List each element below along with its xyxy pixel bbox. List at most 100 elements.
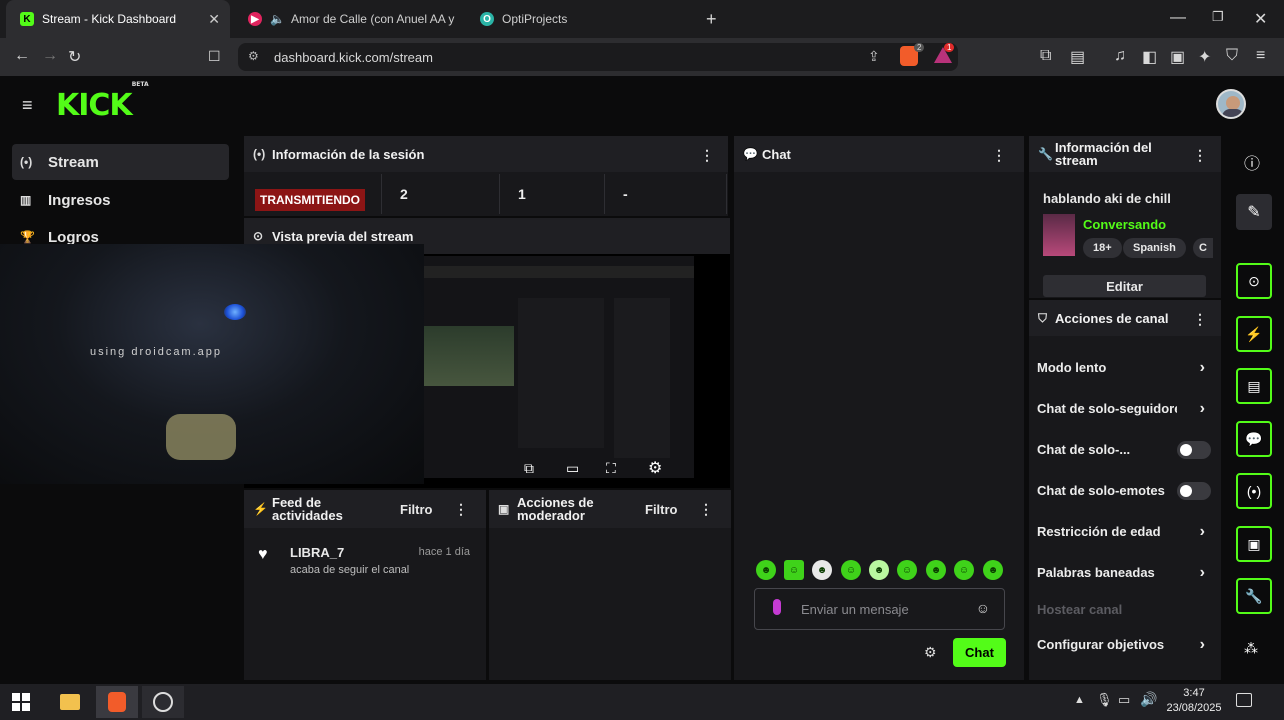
feed-user[interactable]: LIBRA_7 xyxy=(290,545,344,560)
chevron-up-icon[interactable]: ▲ xyxy=(1074,694,1085,706)
chat-menu-icon[interactable]: ⋮ xyxy=(992,147,1006,164)
emote-icon[interactable]: ☺ xyxy=(841,560,861,580)
preview-settings-icon[interactable]: ⚙ xyxy=(648,458,662,478)
blue-light xyxy=(224,304,246,320)
minimize-icon[interactable]: — xyxy=(1170,9,1186,27)
emote-icon[interactable]: ☺ xyxy=(897,560,917,580)
obs-taskbar-item[interactable] xyxy=(142,686,184,718)
kick-logo[interactable]: KICKBETA xyxy=(56,81,149,123)
bookmark-icon[interactable]: ☐ xyxy=(208,48,221,65)
reader-icon[interactable]: ▤ xyxy=(1070,47,1085,67)
chat-settings-icon[interactable]: ⚙ xyxy=(924,644,937,661)
wallet-icon[interactable]: ▣ xyxy=(1170,47,1185,67)
stream-info-menu-icon[interactable]: ⋮ xyxy=(1193,147,1207,164)
followers-only-row[interactable]: Chat de solo-seguidore: › xyxy=(1029,388,1221,429)
tab-optiprojects[interactable]: O OptiProjects xyxy=(466,0,686,38)
subscribers-only-toggle[interactable] xyxy=(1177,440,1211,459)
emote-icon[interactable]: ☻ xyxy=(926,560,946,580)
sidebar-item-stream[interactable]: (•) Stream xyxy=(12,144,229,180)
tab-music[interactable]: ▶ 🔈 Amor de Calle (con Anuel AA y A xyxy=(234,0,464,38)
back-icon[interactable]: ← xyxy=(14,47,30,65)
preview-pip-icon[interactable]: ⧉ xyxy=(524,460,534,477)
banned-words-row[interactable]: Palabras baneadas › xyxy=(1029,552,1221,593)
tab-kick-dashboard[interactable]: K Stream - Kick Dashboard ✕ xyxy=(6,0,230,38)
emotes-only-toggle[interactable] xyxy=(1177,481,1211,500)
notes-widget-button[interactable]: ▤ xyxy=(1236,368,1272,404)
session-widget-button[interactable]: (•) xyxy=(1236,473,1272,509)
vpn-icon[interactable]: ⛉ xyxy=(1226,47,1238,65)
edit-button[interactable]: Editar xyxy=(1043,275,1206,297)
camera-icon: ⊙ xyxy=(253,229,264,243)
mod-actions-header: ▣ Acciones de moderador xyxy=(489,490,731,528)
mod-widget-button[interactable]: ▣ xyxy=(1236,526,1272,562)
session-menu-icon[interactable]: ⋮ xyxy=(700,147,714,164)
share-icon[interactable]: ⇪ xyxy=(868,48,880,65)
preview-widget-button[interactable]: ⊙ xyxy=(1236,263,1272,299)
feed-menu-icon[interactable]: ⋮ xyxy=(454,501,468,518)
send-chat-button[interactable]: Chat xyxy=(953,638,1006,667)
channel-actions-menu-icon[interactable]: ⋮ xyxy=(1193,311,1207,328)
close-window-icon[interactable]: ✕ xyxy=(1254,9,1267,29)
extensions-icon[interactable]: ⧉ xyxy=(1040,47,1051,65)
mod-filter-button[interactable]: Filtro xyxy=(645,502,678,517)
new-tab-icon[interactable]: + xyxy=(706,9,717,30)
emoji-icon[interactable]: ☺ xyxy=(976,600,990,616)
sidebar-toggle-icon[interactable]: ◧ xyxy=(1142,47,1157,67)
age-restriction-row[interactable]: Restricción de edad › xyxy=(1029,511,1221,552)
windows-start-icon[interactable] xyxy=(12,693,30,711)
chat-widget-button[interactable]: 💬 xyxy=(1236,421,1272,457)
chat-bubble-icon: 💬 xyxy=(1245,430,1263,447)
media-icon[interactable]: ♫ xyxy=(1114,47,1126,65)
trophy-icon: 🏆 xyxy=(20,230,35,244)
optiprojects-favicon-icon: O xyxy=(480,12,494,26)
mod-menu-icon[interactable]: ⋮ xyxy=(699,501,713,518)
slow-mode-row[interactable]: Modo lento › xyxy=(1029,347,1221,388)
microphone-icon[interactable] xyxy=(773,599,781,615)
goals-row[interactable]: Configurar objetivos › xyxy=(1029,624,1221,665)
chat-input[interactable]: Enviar un mensaje ☺ xyxy=(754,588,1005,630)
emote-icon[interactable]: ☻ xyxy=(756,560,776,580)
emote-icon[interactable]: ☺ xyxy=(784,560,804,580)
activity-feed-header: ⚡ Feed de actividades xyxy=(244,490,486,528)
emote-icon[interactable]: ☻ xyxy=(812,560,832,580)
emote-icon[interactable]: ☻ xyxy=(983,560,1003,580)
broadcast-icon: (•) xyxy=(1246,483,1262,499)
clipboard-icon: ▣ xyxy=(498,501,510,516)
leo-icon[interactable]: ✦ xyxy=(1198,47,1211,67)
edit-layout-button[interactable]: ✎ xyxy=(1236,194,1272,230)
notifications-icon[interactable] xyxy=(1236,693,1252,707)
info-icon[interactable]: ⓘ xyxy=(1244,150,1260,174)
volume-icon[interactable]: 🔊 xyxy=(1140,691,1157,708)
address-bar[interactable]: ⚙ dashboard.kick.com/stream ⇪ 2 1 xyxy=(238,43,958,71)
viewers-stat: 2 xyxy=(382,174,500,214)
forward-icon[interactable]: → xyxy=(42,47,58,65)
feed-filter-button[interactable]: Filtro xyxy=(400,502,433,517)
emote-icon[interactable]: ☺ xyxy=(954,560,974,580)
file-explorer-icon[interactable] xyxy=(60,694,80,710)
broadcast-icon: (•) xyxy=(253,147,266,161)
taskbar-clock[interactable]: 3:47 23/08/2025 xyxy=(1164,686,1224,716)
tab-title: Stream - Kick Dashboard xyxy=(42,12,177,26)
sidebar-item-ingresos[interactable]: ▥ Ingresos xyxy=(12,182,229,218)
tag-badge: 18+ xyxy=(1083,238,1122,258)
close-tab-icon[interactable]: ✕ xyxy=(208,11,220,28)
reload-icon[interactable]: ↻ xyxy=(68,47,81,67)
brave-shield-count: 2 xyxy=(914,43,925,52)
category-name[interactable]: Conversando xyxy=(1083,217,1166,232)
preview-fullscreen-icon[interactable]: ⛶ xyxy=(606,460,616,477)
avatar[interactable] xyxy=(1216,89,1246,119)
category-thumbnail[interactable] xyxy=(1043,214,1075,256)
stream-info-widget-button[interactable]: 🔧 xyxy=(1236,578,1272,614)
brave-taskbar-item[interactable] xyxy=(96,686,138,718)
site-info-icon[interactable]: ⚙ xyxy=(248,49,259,63)
emote-icon[interactable]: ☻ xyxy=(869,560,889,580)
hamburger-menu-icon[interactable]: ≡ xyxy=(22,95,33,116)
preview-theater-icon[interactable]: ▭ xyxy=(566,460,579,477)
panel-title: Feed de actividades xyxy=(272,495,343,523)
network-icon[interactable]: ▭ xyxy=(1118,692,1130,708)
microphone-tray-icon[interactable]: 🎙 xyxy=(1096,692,1113,708)
activity-widget-button[interactable]: ⚡ xyxy=(1236,316,1272,352)
more-widgets-icon[interactable]: ⁂ xyxy=(1244,640,1258,657)
maximize-icon[interactable]: ❐ xyxy=(1212,9,1224,25)
menu-icon[interactable]: ≡ xyxy=(1256,47,1265,65)
